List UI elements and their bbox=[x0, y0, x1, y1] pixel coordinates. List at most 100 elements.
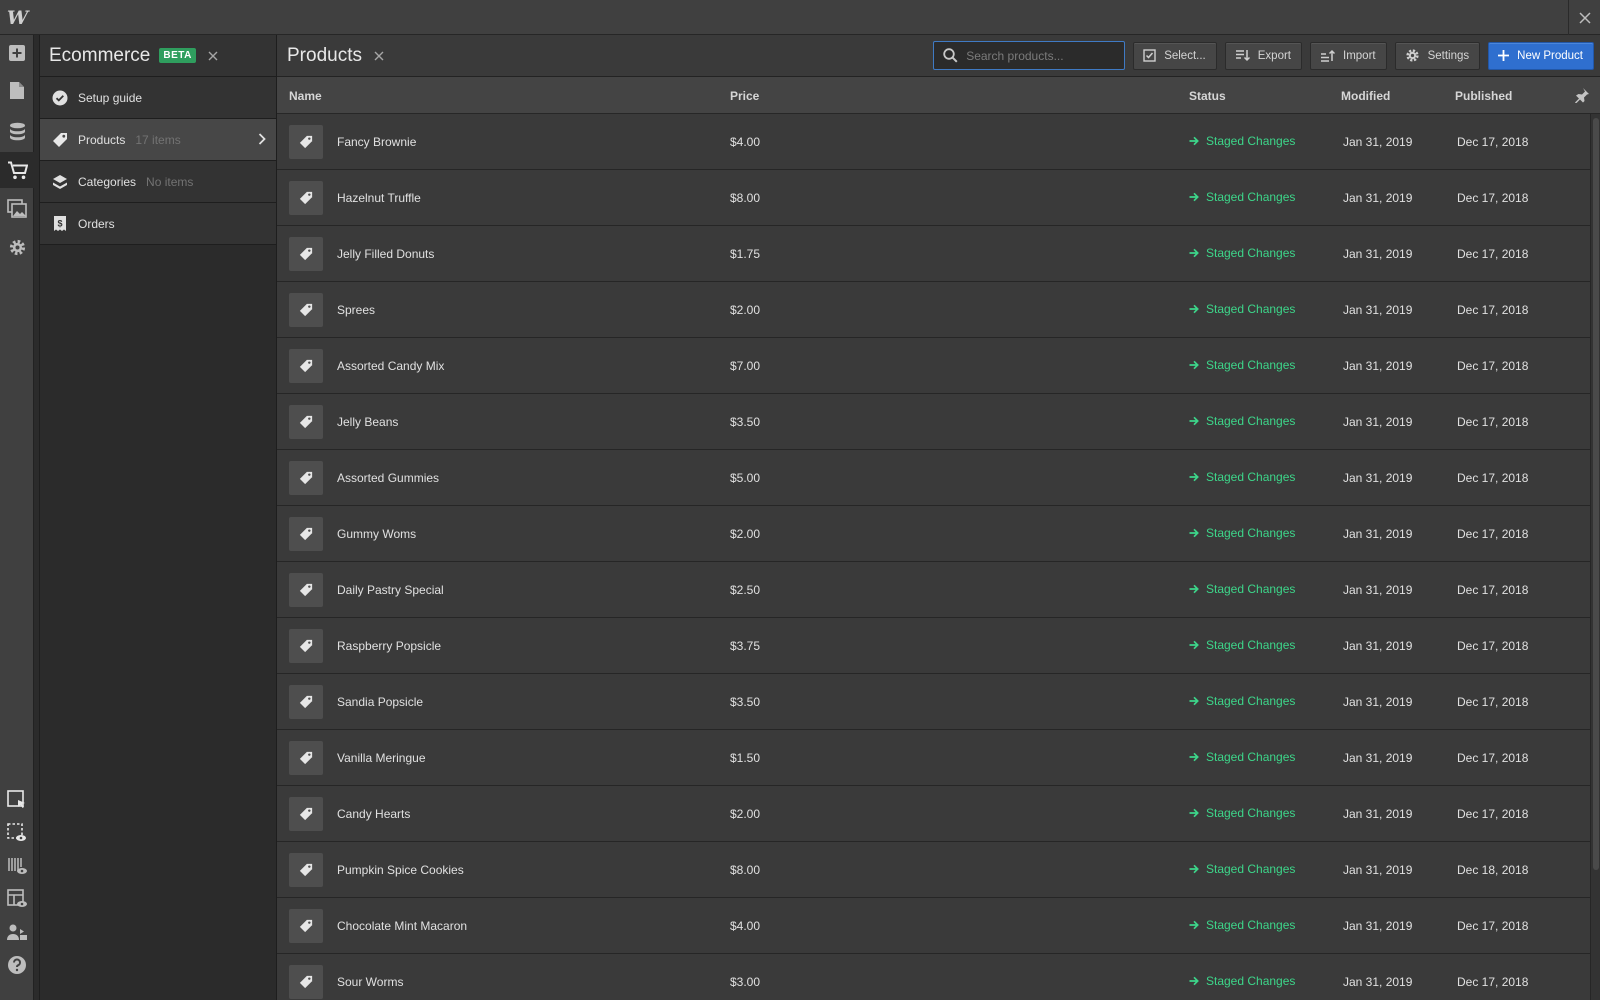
nav-item-orders[interactable]: $ Orders bbox=[40, 203, 276, 245]
nav-item-categories[interactable]: Categories No items bbox=[40, 161, 276, 203]
product-name: Jelly Filled Donuts bbox=[337, 247, 435, 261]
settings-button[interactable]: Settings bbox=[1394, 41, 1481, 70]
export-button[interactable]: Export bbox=[1224, 41, 1302, 70]
arrow-right-icon bbox=[1189, 696, 1199, 706]
close-panel-button[interactable] bbox=[206, 49, 220, 63]
search-icon bbox=[943, 48, 958, 63]
tag-icon bbox=[299, 415, 313, 429]
modified-date: Jan 31, 2019 bbox=[1343, 583, 1413, 597]
product-name: Candy Hearts bbox=[337, 807, 411, 821]
assets-panel-button[interactable] bbox=[0, 190, 34, 226]
status-text: Staged Changes bbox=[1206, 806, 1296, 820]
table-row[interactable]: Sour Worms $3.00 Staged Changes Jan 31, 201… bbox=[277, 954, 1600, 1000]
select-button-label: Select... bbox=[1164, 49, 1206, 62]
table-row[interactable]: Raspberry Popsicle $3.75 Staged Changes Jan… bbox=[277, 618, 1600, 674]
import-button[interactable]: Import bbox=[1310, 41, 1387, 70]
table-scrollbar[interactable] bbox=[1590, 114, 1600, 1000]
ecommerce-panel-header: Ecommerce BETA bbox=[40, 35, 276, 77]
published-date: Dec 17, 2018 bbox=[1457, 919, 1529, 933]
table-row[interactable]: Chocolate Mint Macaron $4.00 Staged Change… bbox=[277, 898, 1600, 954]
search-box[interactable] bbox=[933, 41, 1126, 70]
tag-icon bbox=[299, 863, 313, 877]
table-row[interactable]: Sprees $2.00 Staged Changes Jan 31, 2019 Dec… bbox=[277, 282, 1600, 338]
navigator-button[interactable] bbox=[0, 848, 34, 884]
tag-icon bbox=[299, 247, 313, 261]
select-element-button[interactable] bbox=[0, 782, 34, 818]
left-tool-rail bbox=[0, 35, 34, 1000]
modified-date: Jan 31, 2019 bbox=[1343, 303, 1413, 317]
nav-item-products[interactable]: Products 17 items bbox=[40, 119, 276, 161]
modified-date: Jan 31, 2019 bbox=[1343, 359, 1413, 373]
column-header-price[interactable]: Price bbox=[730, 89, 759, 103]
nav-item-setup-guide[interactable]: Setup guide bbox=[40, 77, 276, 119]
column-header-modified[interactable]: Modified bbox=[1341, 89, 1390, 103]
scrollbar-thumb[interactable] bbox=[1593, 118, 1599, 870]
column-header-name[interactable]: Name bbox=[289, 89, 322, 103]
close-icon bbox=[1578, 11, 1591, 24]
select-button[interactable]: Select... bbox=[1133, 41, 1217, 70]
arrow-right-icon bbox=[1189, 304, 1199, 314]
cms-panel-button[interactable] bbox=[0, 113, 34, 149]
table-row[interactable]: Pumpkin Spice Cookies $8.00 Staged Changes… bbox=[277, 842, 1600, 898]
close-products-button[interactable] bbox=[372, 49, 386, 63]
published-date: Dec 17, 2018 bbox=[1457, 751, 1529, 765]
modified-date: Jan 31, 2019 bbox=[1343, 527, 1413, 541]
add-panel-button[interactable] bbox=[0, 35, 34, 71]
column-header-status[interactable]: Status bbox=[1189, 89, 1226, 103]
status-badge: Staged Changes bbox=[1189, 526, 1295, 540]
new-product-button[interactable]: New Product bbox=[1488, 41, 1594, 70]
table-row[interactable]: Gummy Woms $2.00 Staged Changes Jan 31, 201… bbox=[277, 506, 1600, 562]
product-price: $2.00 bbox=[730, 807, 761, 821]
status-text: Staged Changes bbox=[1206, 638, 1296, 652]
table-row[interactable]: Candy Hearts $2.00 Staged Changes Jan 31, 2… bbox=[277, 786, 1600, 842]
products-header: Products Select... Export Import bbox=[277, 35, 1600, 77]
product-price: $4.00 bbox=[730, 919, 761, 933]
arrow-right-icon bbox=[1189, 976, 1199, 986]
product-price: $3.75 bbox=[730, 639, 761, 653]
product-price: $1.75 bbox=[730, 247, 761, 261]
tag-icon bbox=[299, 191, 313, 205]
pages-icon bbox=[10, 81, 24, 99]
table-row[interactable]: Assorted Candy Mix $7.00 Staged Changes Jan… bbox=[277, 338, 1600, 394]
column-header-published[interactable]: Published bbox=[1455, 89, 1512, 103]
table-row[interactable]: Jelly Filled Donuts $1.75 Staged Changes Ja… bbox=[277, 226, 1600, 282]
table-row[interactable]: Daily Pastry Special $2.50 Staged Changes J… bbox=[277, 562, 1600, 618]
close-designer-button[interactable] bbox=[1568, 0, 1600, 35]
modified-date: Jan 31, 2019 bbox=[1343, 695, 1413, 709]
search-input[interactable] bbox=[966, 48, 1117, 63]
preview-mode-button[interactable] bbox=[0, 815, 34, 851]
published-date: Dec 17, 2018 bbox=[1457, 303, 1529, 317]
help-button[interactable] bbox=[0, 947, 34, 983]
pin-icon[interactable] bbox=[1574, 87, 1590, 106]
products-view: Products Select... Export Import bbox=[277, 35, 1600, 1000]
table-row[interactable]: Assorted Gummies $5.00 Staged Changes Jan 3… bbox=[277, 450, 1600, 506]
pages-panel-button[interactable] bbox=[0, 72, 34, 108]
ecommerce-panel-button[interactable] bbox=[0, 152, 34, 188]
table-row[interactable]: Hazelnut Truffle $8.00 Staged Changes Jan 3… bbox=[277, 170, 1600, 226]
close-icon bbox=[208, 51, 218, 60]
product-price: $4.00 bbox=[730, 135, 761, 149]
published-date: Dec 17, 2018 bbox=[1457, 247, 1529, 261]
audit-button[interactable] bbox=[0, 914, 34, 950]
table-row[interactable]: Sandia Popsicle $3.50 Staged Changes Jan 31… bbox=[277, 674, 1600, 730]
status-badge: Staged Changes bbox=[1189, 414, 1295, 428]
table-row[interactable]: Jelly Beans $3.50 Staged Changes Jan 31, 20… bbox=[277, 394, 1600, 450]
navigator-icon bbox=[7, 858, 27, 874]
webflow-logo[interactable]: W bbox=[0, 0, 35, 35]
published-date: Dec 17, 2018 bbox=[1457, 975, 1529, 989]
status-text: Staged Changes bbox=[1206, 974, 1296, 988]
status-text: Staged Changes bbox=[1206, 918, 1296, 932]
product-name: Gummy Woms bbox=[337, 527, 417, 541]
published-date: Dec 17, 2018 bbox=[1457, 583, 1529, 597]
modified-date: Jan 31, 2019 bbox=[1343, 863, 1413, 877]
modified-date: Jan 31, 2019 bbox=[1343, 919, 1413, 933]
settings-panel-button[interactable] bbox=[0, 229, 34, 265]
layout-preview-button[interactable] bbox=[0, 881, 34, 917]
product-price: $2.00 bbox=[730, 527, 761, 541]
status-badge: Staged Changes bbox=[1189, 470, 1295, 484]
table-row[interactable]: Vanilla Meringue $1.50 Staged Changes Jan 3… bbox=[277, 730, 1600, 786]
modified-date: Jan 31, 2019 bbox=[1343, 751, 1413, 765]
table-row[interactable]: Fancy Brownie $4.00 Staged Changes Jan 31, … bbox=[277, 114, 1600, 170]
settings-button-label: Settings bbox=[1427, 49, 1470, 62]
select-icon bbox=[7, 790, 25, 808]
